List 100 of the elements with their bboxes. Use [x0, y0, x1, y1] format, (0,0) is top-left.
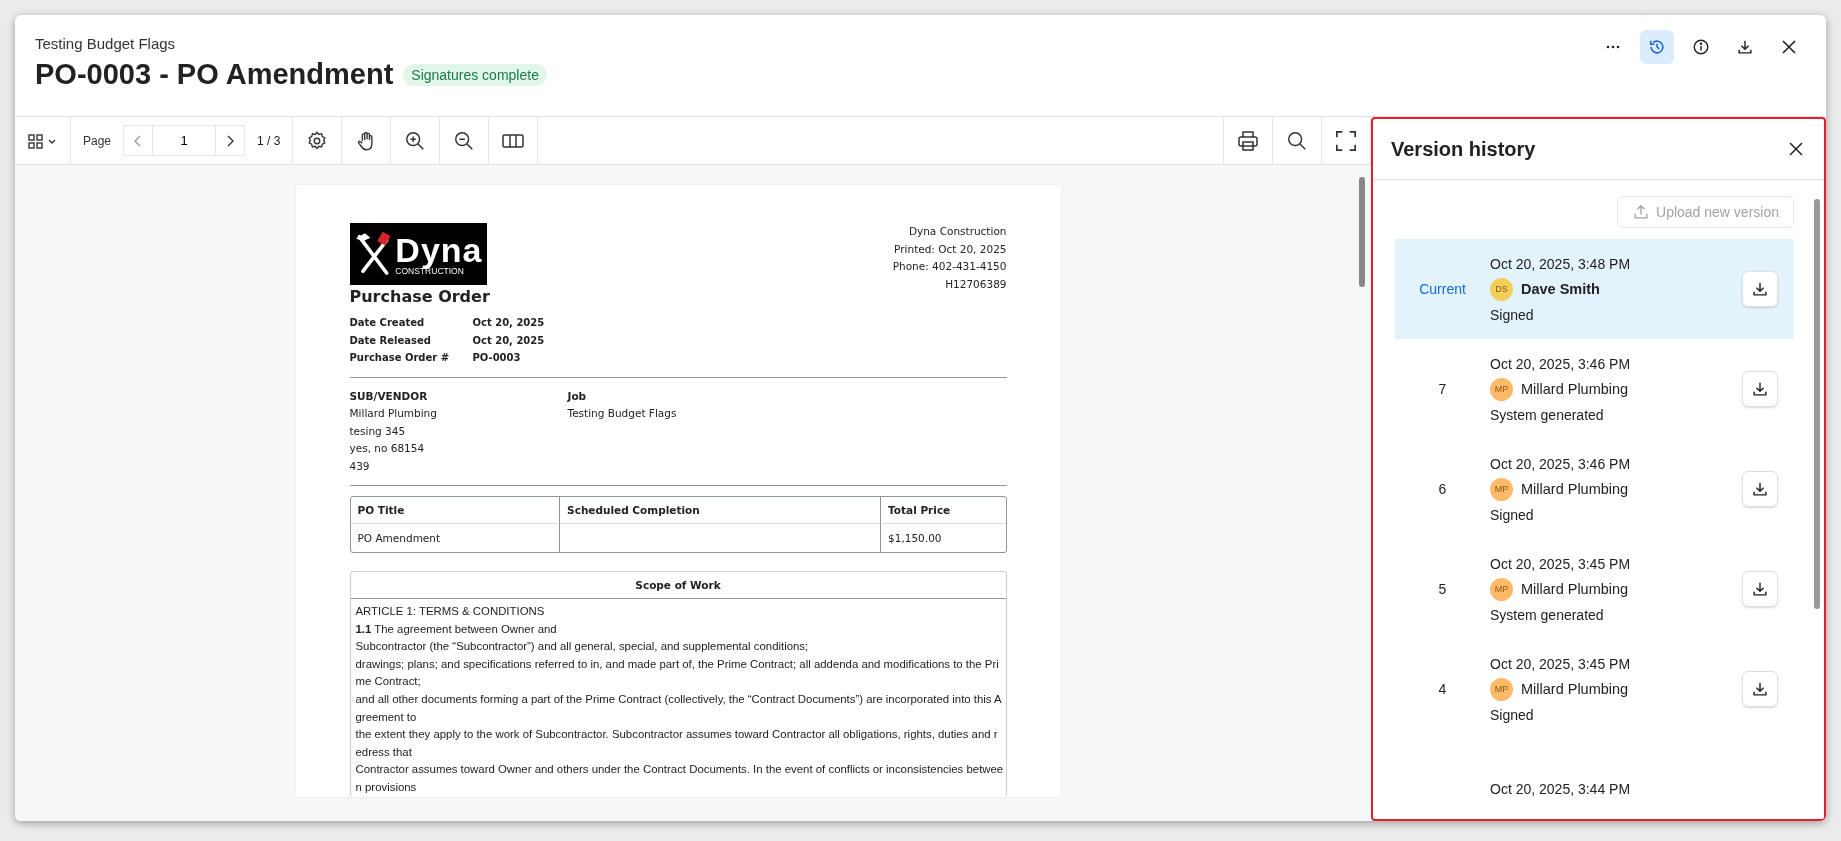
party-detail: Testing Budget Flags	[567, 406, 678, 421]
next-page-button[interactable]	[215, 125, 246, 156]
zoom-in-icon	[404, 129, 427, 152]
meta-value: Oct 20, 2025	[472, 316, 545, 330]
version-row[interactable]: Current Oct 20, 2025, 3:48 PM DS Dave Smith Signed	[1395, 239, 1794, 339]
version-status: Signed	[1490, 706, 1535, 723]
download-icon	[1751, 280, 1769, 298]
scope-text-line: drawings; plans; and specifications referred to in, and made part of, the Prime Contract; all addenda and modifications to the Pri	[355, 656, 1000, 672]
version-status: System generated	[1490, 406, 1605, 423]
download-icon	[1751, 580, 1769, 598]
avatar: MP	[1490, 677, 1513, 701]
upload-icon	[1632, 203, 1651, 221]
download-button[interactable]	[1742, 471, 1778, 507]
printer-icon	[1236, 128, 1260, 153]
company-info: Printed: Oct 20, 2025	[893, 241, 1007, 257]
avatar: MP	[1490, 477, 1513, 501]
party-heading: Job	[567, 388, 588, 404]
version-label: 5	[1438, 581, 1447, 597]
table-cell: PO Amendment	[357, 532, 441, 544]
version-row[interactable]: 7 Oct 20, 2025, 3:46 PM MP Millard Plumbing System generated	[1395, 339, 1794, 439]
scope-text-line: the extent they apply to the work of Subcontractor. Subcontractor assumes toward Contractor all obligations, rights, duties and r	[355, 727, 999, 743]
history-icon	[1648, 38, 1666, 56]
panel-title: Version history	[1391, 137, 1536, 161]
history-button[interactable]	[1640, 30, 1674, 64]
meta-label: Purchase Order #	[349, 351, 451, 365]
chevron-right-icon	[225, 134, 236, 147]
scope-text-line: 1.1 The agreement between Owner and	[355, 621, 558, 637]
party-detail: 439	[349, 458, 371, 474]
avatar: MP	[1490, 377, 1513, 401]
scope-text-line: me Contract;	[355, 674, 422, 690]
version-row[interactable]: 6 Oct 20, 2025, 3:46 PM MP Millard Plumbing Signed	[1395, 439, 1794, 539]
download-icon	[1751, 380, 1769, 398]
scope-text-line: greement to	[355, 709, 418, 725]
author-name: Millard Plumbing	[1521, 581, 1629, 597]
column-header: PO Title	[357, 504, 405, 516]
scope-text-line: n provisions	[355, 779, 418, 795]
party-detail: tesing 345	[349, 423, 407, 439]
version-row[interactable]: 4 Oct 20, 2025, 3:45 PM MP Millard Plumbing Signed	[1395, 639, 1794, 739]
download-button[interactable]	[1742, 271, 1778, 307]
scope-text-line: and all other documents forming a part of the Prime Contract (collectively, the “Contract Documents”) are incorporated into this A	[355, 691, 1001, 707]
version-label: 4	[1438, 681, 1447, 697]
version-date: Oct 20, 2025, 3:44 PM	[1490, 781, 1632, 797]
avatar: MP	[1490, 577, 1513, 601]
party-detail: Millard Plumbing	[349, 406, 438, 421]
version-date: Oct 20, 2025, 3:45 PM	[1490, 555, 1632, 572]
version-status: Signed	[1490, 306, 1535, 323]
avatar: DS	[1490, 277, 1513, 301]
version-date: Oct 20, 2025, 3:46 PM	[1490, 355, 1632, 372]
scope-text-line: ARTICLE 1: TERMS & CONDITIONS	[355, 604, 546, 619]
version-date: Oct 20, 2025, 3:45 PM	[1490, 655, 1632, 672]
table-cell: $1,150.00	[888, 532, 942, 544]
version-date: Oct 20, 2025, 3:46 PM	[1490, 455, 1632, 472]
search-icon	[1286, 129, 1308, 152]
status-badge: Signatures complete	[403, 63, 547, 86]
column-header: Scheduled Completion	[567, 504, 700, 516]
page-title: PO-0003 - PO Amendment	[35, 58, 394, 91]
meta-label: Date Created	[349, 316, 426, 330]
scrollbar[interactable]	[1814, 199, 1820, 609]
author-name: Millard Plumbing	[1521, 381, 1629, 397]
meta-value: PO-0003	[472, 351, 522, 365]
version-row[interactable]: 5 Oct 20, 2025, 3:45 PM MP Millard Plumbing System generated	[1395, 539, 1794, 639]
download-icon	[1736, 38, 1754, 56]
fullscreen-icon	[1335, 129, 1357, 152]
version-status: Signed	[1490, 506, 1535, 523]
scope-title: Scope of Work	[635, 579, 721, 591]
download-button[interactable]	[1742, 571, 1778, 607]
scope-text-line: Subcontractor (the “Subcontractor”) and all general, special, and supplemental conditions;	[355, 639, 810, 655]
meta-value: Oct 20, 2025	[472, 333, 545, 348]
document-heading: Purchase Order	[349, 287, 490, 306]
author-name: Millard Plumbing	[1521, 681, 1629, 697]
version-label: 7	[1438, 381, 1447, 397]
page-count: 1 / 3	[245, 117, 294, 164]
download-icon	[1751, 480, 1769, 498]
meta-label: Date Released	[349, 333, 432, 348]
close-icon	[1788, 141, 1804, 157]
scope-text-line: edress that	[355, 744, 413, 760]
download-button[interactable]	[1742, 371, 1778, 407]
breadcrumb[interactable]: Testing Budget Flags	[35, 35, 547, 52]
scope-text-line: Contractor assumes toward Owner and others under the Contract Documents. In the event of conflicts or inconsistencies betwee	[355, 762, 1001, 778]
page-label: Page	[82, 132, 113, 150]
scrollbar[interactable]	[1359, 177, 1365, 287]
company-info: Dyna Construction	[907, 224, 1007, 239]
download-icon	[1751, 680, 1769, 698]
settings-icon	[306, 129, 329, 152]
author-name: Dave Smith	[1521, 281, 1600, 297]
version-status: System generated	[1490, 606, 1605, 623]
version-label: Current	[1419, 281, 1466, 297]
author-name: Millard Plumbing	[1521, 481, 1629, 497]
page-number-field[interactable]: 1	[153, 125, 216, 156]
version-row[interactable]: Oct 20, 2025, 3:44 PM	[1395, 739, 1794, 819]
grid-caret-icon	[27, 132, 58, 149]
columns-icon	[501, 131, 526, 150]
party-detail: yes, no 68154	[349, 441, 426, 456]
company-info: H12706389	[944, 276, 1007, 292]
download-button[interactable]	[1742, 671, 1778, 707]
zoom-out-icon	[453, 129, 476, 152]
version-date: Oct 20, 2025, 3:48 PM	[1490, 255, 1632, 272]
info-icon	[1692, 38, 1710, 56]
logo-wordmark: Dyna	[395, 232, 483, 267]
column-header: Total Price	[888, 504, 951, 516]
